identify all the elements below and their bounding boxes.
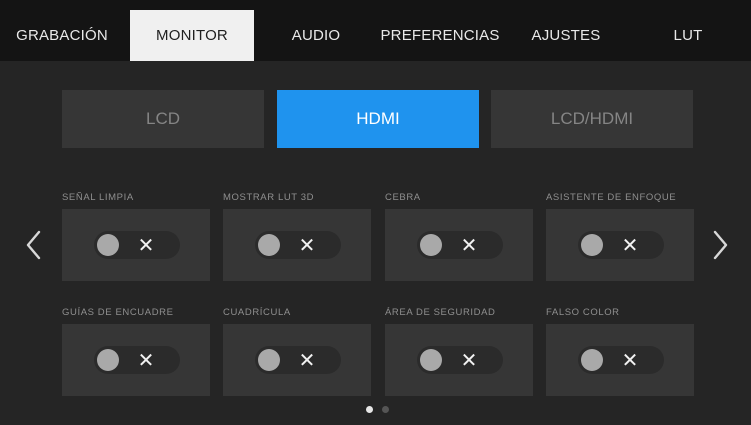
false-color-toggle[interactable]: ✕ [578,346,664,374]
chevron-left-icon[interactable] [22,225,46,265]
setting-card-safe-area: ✕ [385,324,533,396]
page-indicator-active-dot[interactable] [366,406,373,413]
output-lcd-button[interactable]: LCD [62,90,264,148]
safe-area-toggle[interactable]: ✕ [417,346,503,374]
toggle-knob [420,349,442,371]
tab-audio[interactable]: AUDIO [270,10,362,61]
setting-card-focus-assist: ✕ [546,209,694,281]
setting-card-zebra: ✕ [385,209,533,281]
tab-lut[interactable]: LUT [648,10,728,61]
setting-label: ASISTENTE DE ENFOQUE [546,192,677,203]
setting-label: ÁREA DE SEGURIDAD [385,307,496,318]
setting-label: GUÍAS DE ENCUADRE [62,307,174,318]
tab-monitor[interactable]: MONITOR [130,10,254,61]
setting-card-frame-guides: ✕ [62,324,210,396]
toggle-knob [97,349,119,371]
x-icon: ✕ [137,348,155,372]
toggle-knob [258,349,280,371]
x-icon: ✕ [621,348,639,372]
tab-preferencias[interactable]: PREFERENCIAS [372,10,508,61]
x-icon: ✕ [460,233,478,257]
setting-card-clean-feed: ✕ [62,209,210,281]
grid-toggle[interactable]: ✕ [255,346,341,374]
toggle-knob [97,234,119,256]
tab-grabacion[interactable]: GRABACIÓN [8,10,116,61]
setting-label: CEBRA [385,192,421,203]
x-icon: ✕ [298,348,316,372]
output-hdmi-button[interactable]: HDMI [277,90,479,148]
monitor-settings-screen: GRABACIÓN MONITOR AUDIO PREFERENCIAS AJU… [0,0,751,425]
clean-feed-toggle[interactable]: ✕ [94,231,180,259]
toggle-knob [258,234,280,256]
setting-card-false-color: ✕ [546,324,694,396]
output-lcd-hdmi-button[interactable]: LCD/HDMI [491,90,693,148]
toggle-knob [581,234,603,256]
setting-label: CUADRÍCULA [223,307,291,318]
setting-card-grid: ✕ [223,324,371,396]
setting-card-display-3d-lut: ✕ [223,209,371,281]
setting-label: SEÑAL LIMPIA [62,192,134,203]
focus-assist-toggle[interactable]: ✕ [578,231,664,259]
toggle-knob [420,234,442,256]
x-icon: ✕ [298,233,316,257]
x-icon: ✕ [137,233,155,257]
setting-label: FALSO COLOR [546,307,620,318]
zebra-toggle[interactable]: ✕ [417,231,503,259]
frame-guides-toggle[interactable]: ✕ [94,346,180,374]
x-icon: ✕ [621,233,639,257]
x-icon: ✕ [460,348,478,372]
page-indicator-dot[interactable] [382,406,389,413]
tab-ajustes[interactable]: AJUSTES [518,10,614,61]
tab-bar: GRABACIÓN MONITOR AUDIO PREFERENCIAS AJU… [0,0,751,61]
toggle-knob [581,349,603,371]
display-3d-lut-toggle[interactable]: ✕ [255,231,341,259]
chevron-right-icon[interactable] [708,225,732,265]
setting-label: MOSTRAR LUT 3D [223,192,315,203]
